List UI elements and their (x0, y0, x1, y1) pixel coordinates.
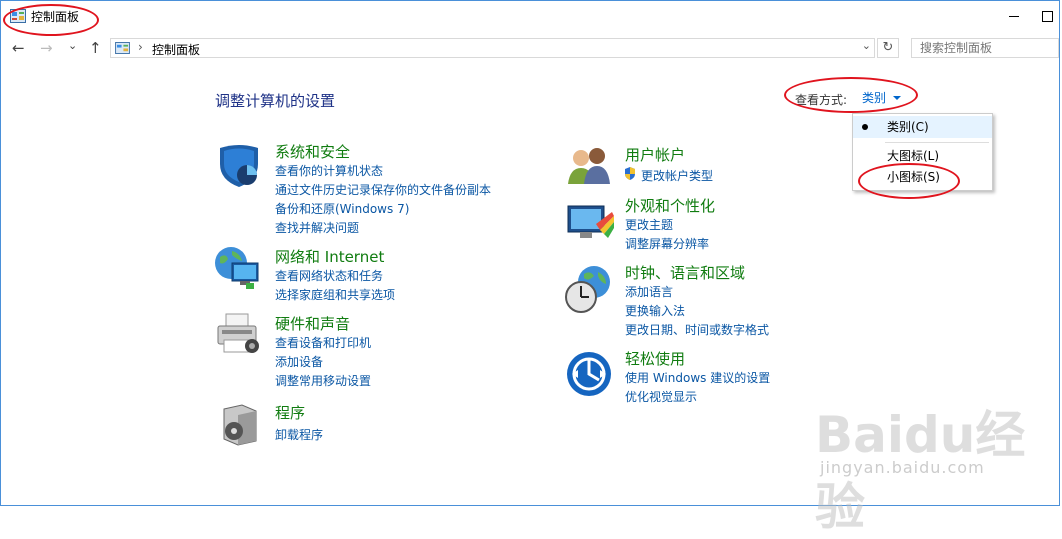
link-add-device[interactable]: 添加设备 (275, 353, 323, 370)
view-by-selected: 类别 (862, 91, 887, 105)
menu-item-category[interactable]: 类别(C) (853, 116, 992, 138)
menu-item-small-icons-label: 小图标(S) (887, 170, 940, 184)
link-change-account-type[interactable]: 更改帐户类型 (641, 167, 713, 184)
category-title-programs[interactable]: 程序 (275, 402, 305, 423)
address-dropdown-icon[interactable]: ⌄ (862, 39, 871, 52)
forward-arrow-icon[interactable]: → (40, 38, 53, 58)
search-input[interactable] (911, 38, 1059, 58)
user-accounts-icon (568, 148, 610, 184)
control-panel-icon (115, 42, 130, 54)
link-backup-restore[interactable]: 备份和还原(Windows 7) (275, 200, 409, 217)
printer-icon (217, 313, 259, 353)
refresh-icon[interactable]: ↻ (877, 38, 899, 58)
page-title: 调整计算机的设置 (215, 92, 336, 110)
ease-of-access-icon (567, 352, 611, 396)
programs-box-icon (223, 404, 257, 446)
link-troubleshoot[interactable]: 查找并解决问题 (275, 219, 359, 236)
link-homegroup-sharing[interactable]: 选择家庭组和共享选项 (275, 286, 395, 303)
selected-bullet-icon (862, 124, 868, 130)
link-add-language[interactable]: 添加语言 (625, 283, 673, 300)
category-title-clock-language-region[interactable]: 时钟、语言和区域 (625, 262, 745, 283)
maximize-button[interactable] (1036, 4, 1062, 28)
link-file-history-backup[interactable]: 通过文件历史记录保存你的文件备份副本 (275, 181, 491, 198)
link-mobility-settings[interactable]: 调整常用移动设置 (275, 372, 371, 389)
category-title-appearance[interactable]: 外观和个性化 (625, 195, 715, 216)
breadcrumb-control-panel[interactable]: 控制面板 (152, 41, 200, 58)
category-title-hardware-sound[interactable]: 硬件和声音 (275, 313, 350, 334)
category-title-system-security[interactable]: 系统和安全 (275, 141, 350, 162)
address-bar[interactable]: › 控制面板 ⌄ (110, 38, 875, 58)
category-title-user-accounts[interactable]: 用户帐户 (625, 144, 685, 165)
back-arrow-icon[interactable]: ← (12, 38, 25, 58)
link-change-input-method[interactable]: 更换输入法 (625, 302, 685, 319)
title-bar: 控制面板 (0, 0, 1062, 34)
link-date-time-format[interactable]: 更改日期、时间或数字格式 (625, 321, 769, 338)
category-title-network-internet[interactable]: 网络和 Internet (275, 246, 384, 267)
link-devices-printers[interactable]: 查看设备和打印机 (275, 334, 371, 351)
link-network-status[interactable]: 查看网络状态和任务 (275, 267, 383, 284)
control-panel-icon (10, 9, 26, 23)
menu-item-small-icons[interactable]: 小图标(S) (853, 166, 992, 188)
menu-separator (885, 142, 989, 143)
window-title: 控制面板 (31, 10, 80, 24)
link-uninstall-program[interactable]: 卸载程序 (275, 426, 323, 443)
link-recommended-settings[interactable]: 使用 Windows 建议的设置 (625, 369, 770, 386)
link-screen-resolution[interactable]: 调整屏幕分辨率 (625, 235, 709, 252)
uac-shield-icon (625, 167, 635, 180)
view-by-label: 查看方式: (795, 93, 848, 107)
dropdown-arrow-icon (893, 96, 901, 100)
recent-locations-icon[interactable]: ⌄ (68, 36, 77, 56)
appearance-monitor-icon (567, 205, 614, 238)
shield-icon (220, 145, 258, 187)
view-by-dropdown[interactable]: 类别 (853, 88, 911, 108)
menu-item-category-label: 类别(C) (887, 120, 929, 134)
watermark-url: jingyan.baidu.com (820, 458, 985, 477)
breadcrumb-separator-icon: › (138, 40, 143, 54)
link-view-computer-status[interactable]: 查看你的计算机状态 (275, 162, 383, 179)
menu-item-large-icons[interactable]: 大图标(L) (853, 145, 992, 167)
up-arrow-icon[interactable]: ↑ (89, 38, 102, 58)
network-globe-icon (215, 247, 259, 289)
link-optimize-visual-display[interactable]: 优化视觉显示 (625, 388, 697, 405)
clock-globe-icon (565, 266, 610, 313)
menu-item-large-icons-label: 大图标(L) (887, 149, 940, 163)
view-by-menu: 类别(C) 大图标(L) 小图标(S) (852, 113, 993, 191)
category-title-ease-of-access[interactable]: 轻松使用 (625, 348, 685, 369)
link-change-theme[interactable]: 更改主题 (625, 216, 673, 233)
minimize-button[interactable] (1000, 4, 1030, 28)
